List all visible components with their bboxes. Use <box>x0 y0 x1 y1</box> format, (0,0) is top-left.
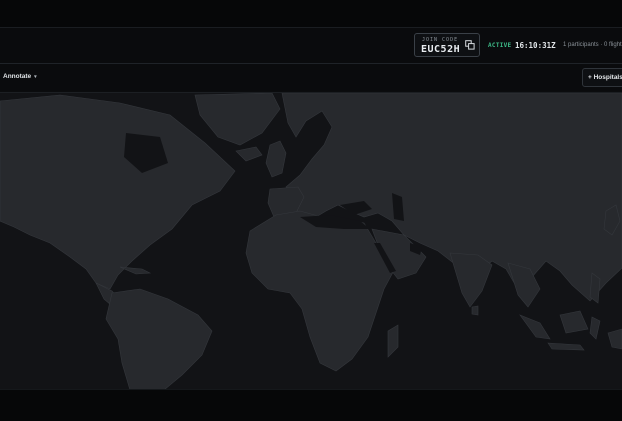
top-strip <box>0 0 622 28</box>
join-code-value: EUC52H <box>421 44 461 55</box>
landmass-madagascar <box>387 324 399 358</box>
landmass-india <box>449 252 493 308</box>
landmass-new-guinea <box>607 328 622 350</box>
participants-count: 1 participants · 0 flight <box>563 42 622 48</box>
landmass-philippines <box>589 272 601 304</box>
annotate-dropdown[interactable]: Annotate ▾ <box>3 73 37 80</box>
annotate-label: Annotate <box>3 73 32 80</box>
landmass-cuba <box>119 266 152 275</box>
world-map-svg <box>0 93 622 390</box>
landmass-greenland <box>194 93 281 146</box>
add-hospitals-button[interactable]: + Hospitals <box>582 68 622 87</box>
bottom-bar <box>0 389 622 421</box>
chevron-down-icon: ▾ <box>34 74 37 80</box>
copy-icon[interactable] <box>465 40 475 50</box>
landmass-south-america <box>105 288 213 390</box>
join-code-box[interactable]: JOIN CODE EUC52H <box>414 33 480 57</box>
landmass-north-america <box>0 94 236 290</box>
session-status: ACTIVE <box>488 42 512 49</box>
utc-clock: 16:10:31Z <box>515 41 556 50</box>
world-map[interactable] <box>0 92 622 390</box>
landmass-iceland <box>235 146 263 162</box>
join-code-label: JOIN CODE <box>422 37 459 43</box>
landmass-sri-lanka <box>471 305 479 316</box>
landmass-borneo <box>559 310 589 334</box>
map-toolbar <box>0 64 622 91</box>
landmass-sulawesi <box>589 316 601 340</box>
landmass-java <box>547 342 585 351</box>
landmass-britain <box>265 140 287 178</box>
landmass-sumatra <box>519 314 551 340</box>
